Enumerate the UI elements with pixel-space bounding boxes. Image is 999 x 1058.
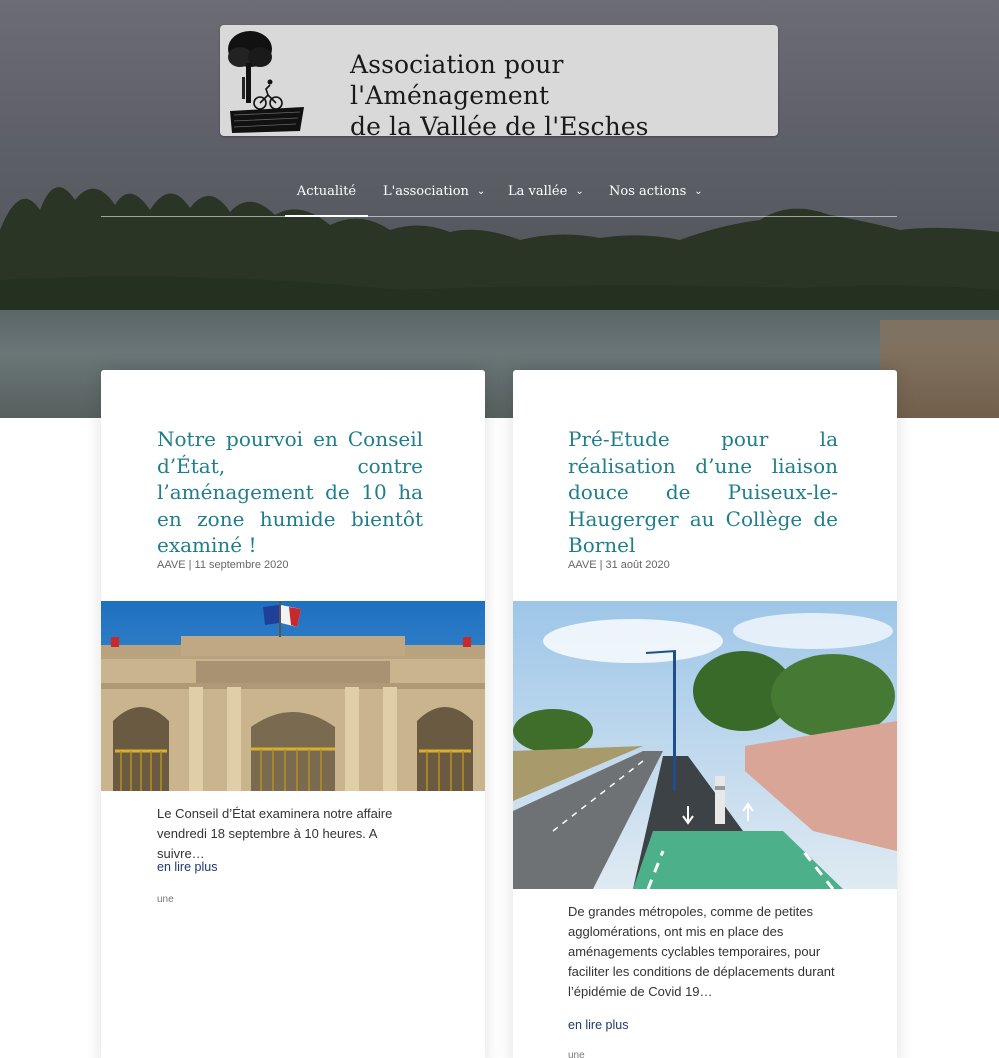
- site-title: Association pour l'Aménagement de la Val…: [350, 49, 770, 142]
- site-logo[interactable]: Association pour l'Aménagement de la Val…: [220, 25, 778, 141]
- post-card: Pré-Etude pour la réalisation d’une liai…: [513, 370, 897, 1058]
- post-date: 11 septembre 2020: [194, 559, 289, 571]
- post-category-tag[interactable]: une: [568, 1050, 585, 1058]
- post-date: 31 août 2020: [605, 559, 670, 571]
- hero-reeds: [880, 320, 999, 418]
- post-title[interactable]: Notre pourvoi en Conseil d’État, contre …: [157, 426, 423, 559]
- cycle-lane-image: [513, 601, 897, 889]
- post-excerpt: Le Conseil d’État examinera notre affair…: [157, 806, 393, 861]
- nav-item-label: L'association: [383, 184, 469, 199]
- post-card: Notre pourvoi en Conseil d’État, contre …: [101, 370, 485, 1058]
- post-meta: AAVE | 31 août 2020: [568, 559, 670, 571]
- post-author[interactable]: AAVE: [568, 559, 597, 571]
- nav-item-label: Actualité: [296, 184, 357, 199]
- nav-item-label: Nos actions: [609, 184, 687, 199]
- nav-item-la-vallee[interactable]: La vallée ⌄: [508, 184, 584, 217]
- post-title[interactable]: Pré-Etude pour la réalisation d’une liai…: [568, 426, 838, 559]
- nav-item-nos-actions[interactable]: Nos actions ⌄: [609, 184, 703, 217]
- tree-cyclist-logo-icon: [228, 31, 304, 133]
- post-image[interactable]: [513, 601, 897, 889]
- conseil-etat-building-image: [101, 601, 485, 791]
- post-meta: AAVE | 11 septembre 2020: [157, 559, 289, 571]
- chevron-down-icon: ⌄: [575, 186, 584, 197]
- site-title-line2: de la Vallée de l'Esches: [350, 112, 649, 141]
- post-author[interactable]: AAVE: [157, 559, 186, 571]
- post-category-tag[interactable]: une: [157, 894, 174, 905]
- post-excerpt: De grandes métropoles, comme de petites …: [568, 904, 835, 999]
- nav-item-association[interactable]: L'association ⌄: [383, 184, 485, 217]
- nav-item-label: La vallée: [508, 184, 568, 199]
- chevron-down-icon: ⌄: [694, 186, 703, 197]
- read-more-link[interactable]: en lire plus: [568, 1018, 628, 1032]
- post-image[interactable]: [101, 601, 485, 791]
- nav-item-actualite[interactable]: Actualité: [285, 184, 368, 217]
- main-navigation: Actualité L'association ⌄ La vallée ⌄ Nos …: [101, 170, 897, 217]
- chevron-down-icon: ⌄: [476, 186, 486, 197]
- read-more-link[interactable]: en lire plus: [157, 860, 217, 874]
- site-title-line1: Association pour l'Aménagement: [350, 50, 564, 110]
